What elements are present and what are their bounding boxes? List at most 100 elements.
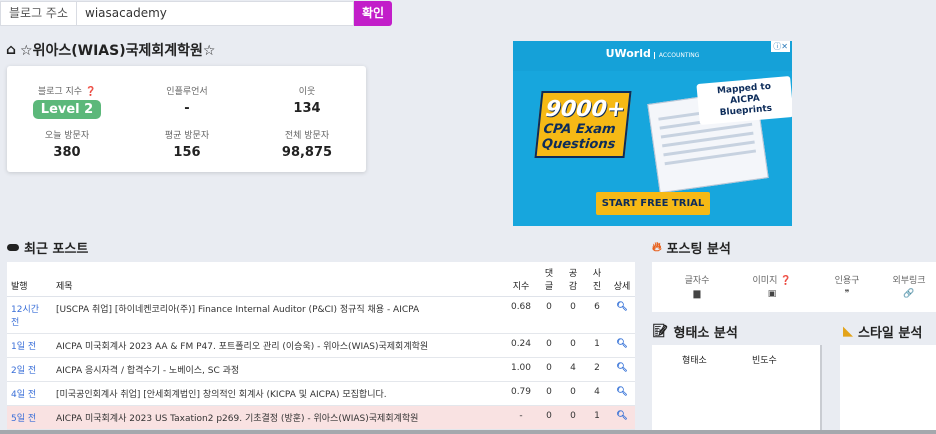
stat-label: 오늘 방문자 [44,131,90,141]
style-analysis-heading: ◣ 스타일 분석 [843,322,922,341]
stat-value: 380 [53,145,81,160]
metric-quotes: 인용구 ❞ [812,273,882,299]
post-comment: 0 [537,333,561,358]
col-like: 공감 [561,262,585,297]
ad-cta-button[interactable]: START FREE TRIAL [596,192,710,215]
home-icon[interactable]: ⌂ [6,42,16,58]
post-like: 0 [561,333,585,358]
post-index: - [505,405,537,430]
post-comment: 0 [537,296,561,334]
recent-posts-title: 최근 포스트 [24,242,89,257]
post-title[interactable]: AICPA 미국회계사 2023 AA & FM P47. 포트폴리오 관리 (… [52,333,505,358]
level-badge: Level 2 [32,100,102,119]
metric-chars: 글자수 ▆ [662,273,732,299]
ad-brand-sub: ACCOUNTING [653,52,700,59]
pill-icon [7,244,19,251]
morpheme-col-header: 형태소 [682,356,707,366]
style-analysis-title: 스타일 분석 [858,326,923,341]
blog-stats-card: 블로그 지수 ❓ Level 2 인플루언서 - 이웃 134 오늘 방문자 3… [7,66,366,172]
stat-today-visitors: 오늘 방문자 380 [7,128,127,160]
morpheme-analysis-heading: 📝︎ 형태소 분석 [652,322,738,341]
metric-label: 이미지 ❓ [752,276,792,286]
post-when: 5일 전 [7,405,52,430]
col-index: 지수 [505,262,537,297]
col-title: 제목 [52,262,505,297]
ad-headline-number: 9000+ [544,97,627,122]
link-icon: 🔗 [903,289,915,299]
morpheme-card: 형태소 빈도수 [652,345,822,434]
detail-search-icon[interactable]: 🔍︎ [609,333,635,358]
morpheme-analysis-title: 형태소 분석 [673,326,738,341]
post-title[interactable]: AICPA 응시자격 / 합격수기 - 노베이스, SC 과정 [52,357,505,382]
detail-search-icon[interactable]: 🔍︎ [609,357,635,382]
horizontal-scrollbar[interactable] [0,430,936,434]
metric-images: 이미지 ❓ ▣ [737,273,807,299]
col-comment: 댓글 [537,262,561,297]
stat-value: 98,875 [281,145,333,160]
col-detail: 상세 [609,262,635,297]
post-index: 1.00 [505,357,537,382]
posting-analysis-heading: 🔥︎ 포스팅 분석 [652,238,731,257]
detail-search-icon[interactable]: 🔍︎ [609,405,635,430]
stat-value: 156 [173,145,201,160]
advertisement[interactable]: UWorld ACCOUNTING ⓘ✕ Mapped to AICPA Blue… [513,41,792,226]
post-like: 0 [561,296,585,334]
table-row: 12시간 전 [USCPA 취업] [하이네켄코리아(주)] Finance I… [7,296,635,334]
stat-label: 평균 방문자 [164,131,210,141]
post-photo: 4 [585,381,609,406]
post-comment: 0 [537,405,561,430]
edit-icon: 📝︎ [652,324,669,339]
search-label: 블로그 주소 [0,1,77,26]
blog-name: ☆위아스(WIAS)국제회계학원☆ [20,43,216,59]
image-icon: ▣ [767,289,777,299]
post-index: 0.79 [505,381,537,406]
ad-tag: Mapped to AICPA Blueprints [696,75,792,126]
post-when: 4일 전 [7,381,52,406]
search-bar: 블로그 주소 wiasacademy 확인 [0,1,393,26]
triangle-ruler-icon: ◣ [843,324,853,339]
post-when: 2일 전 [7,357,52,382]
frequency-col-header: 빈도수 [752,356,777,366]
fire-icon: 🔥︎ [652,240,662,255]
blog-title: ⌂ ☆위아스(WIAS)국제회계학원☆ [6,40,215,60]
metric-links: 외부링크 🔗 [874,273,936,299]
ad-choices-icon[interactable]: ⓘ✕ [771,41,790,52]
stat-label: 블로그 지수 ❓ [37,87,97,97]
post-title[interactable]: [USCPA 취업] [하이네켄코리아(주)] Finance Internal… [52,296,505,334]
posting-analysis-card: 글자수 ▆ 이미지 ❓ ▣ 인용구 ❞ 외부링크 🔗 [652,262,936,312]
recent-posts-table: 발행 제목 지수 댓글 공감 사진 상세 12시간 전 [USCPA 취업] [… [7,262,635,434]
post-title[interactable]: AICPA 미국회계사 2023 US Taxation2 p269. 기초결정… [52,405,505,430]
confirm-button[interactable]: 확인 [354,1,393,26]
blog-address-input[interactable]: wiasacademy [76,1,355,26]
stat-label: 인플루언서 [166,87,208,97]
table-row: 1일 전 AICPA 미국회계사 2023 AA & FM P47. 포트폴리오… [7,333,635,358]
post-when: 1일 전 [7,333,52,358]
post-comment: 0 [537,357,561,382]
post-index: 0.24 [505,333,537,358]
post-title[interactable]: [미국공인회계사 취업] [안세회계법인] 창의적인 회계사 (KICPA 및 … [52,381,505,406]
stat-neighbors: 이웃 134 [247,84,367,116]
metric-label: 인용구 [834,276,860,286]
stat-total-visitors: 전체 방문자 98,875 [247,128,367,160]
file-icon: ▆ [693,289,701,299]
post-photo: 2 [585,357,609,382]
col-photo: 사진 [585,262,609,297]
post-photo: 1 [585,333,609,358]
stat-value: - [184,101,190,116]
stat-blog-index: 블로그 지수 ❓ Level 2 [7,84,127,119]
detail-search-icon[interactable]: 🔍︎ [609,381,635,406]
table-row: 4일 전 [미국공인회계사 취업] [안세회계법인] 창의적인 회계사 (KIC… [7,381,635,406]
post-photo: 1 [585,405,609,430]
stat-value: 134 [293,101,321,116]
post-like: 0 [561,405,585,430]
table-header-row: 발행 제목 지수 댓글 공감 사진 상세 [7,262,635,297]
ad-brand-name: UWorld [605,47,651,60]
posting-analysis-title: 포스팅 분석 [666,242,731,257]
table-row: 5일 전 AICPA 미국회계사 2023 US Taxation2 p269.… [7,405,635,430]
post-index: 0.68 [505,296,537,334]
ad-headline-box: 9000+ CPA Exam Questions [534,91,632,158]
style-card [840,345,936,434]
detail-search-icon[interactable]: 🔍︎ [609,296,635,334]
stat-influencer: 인플루언서 - [127,84,247,116]
stat-label: 전체 방문자 [284,131,330,141]
